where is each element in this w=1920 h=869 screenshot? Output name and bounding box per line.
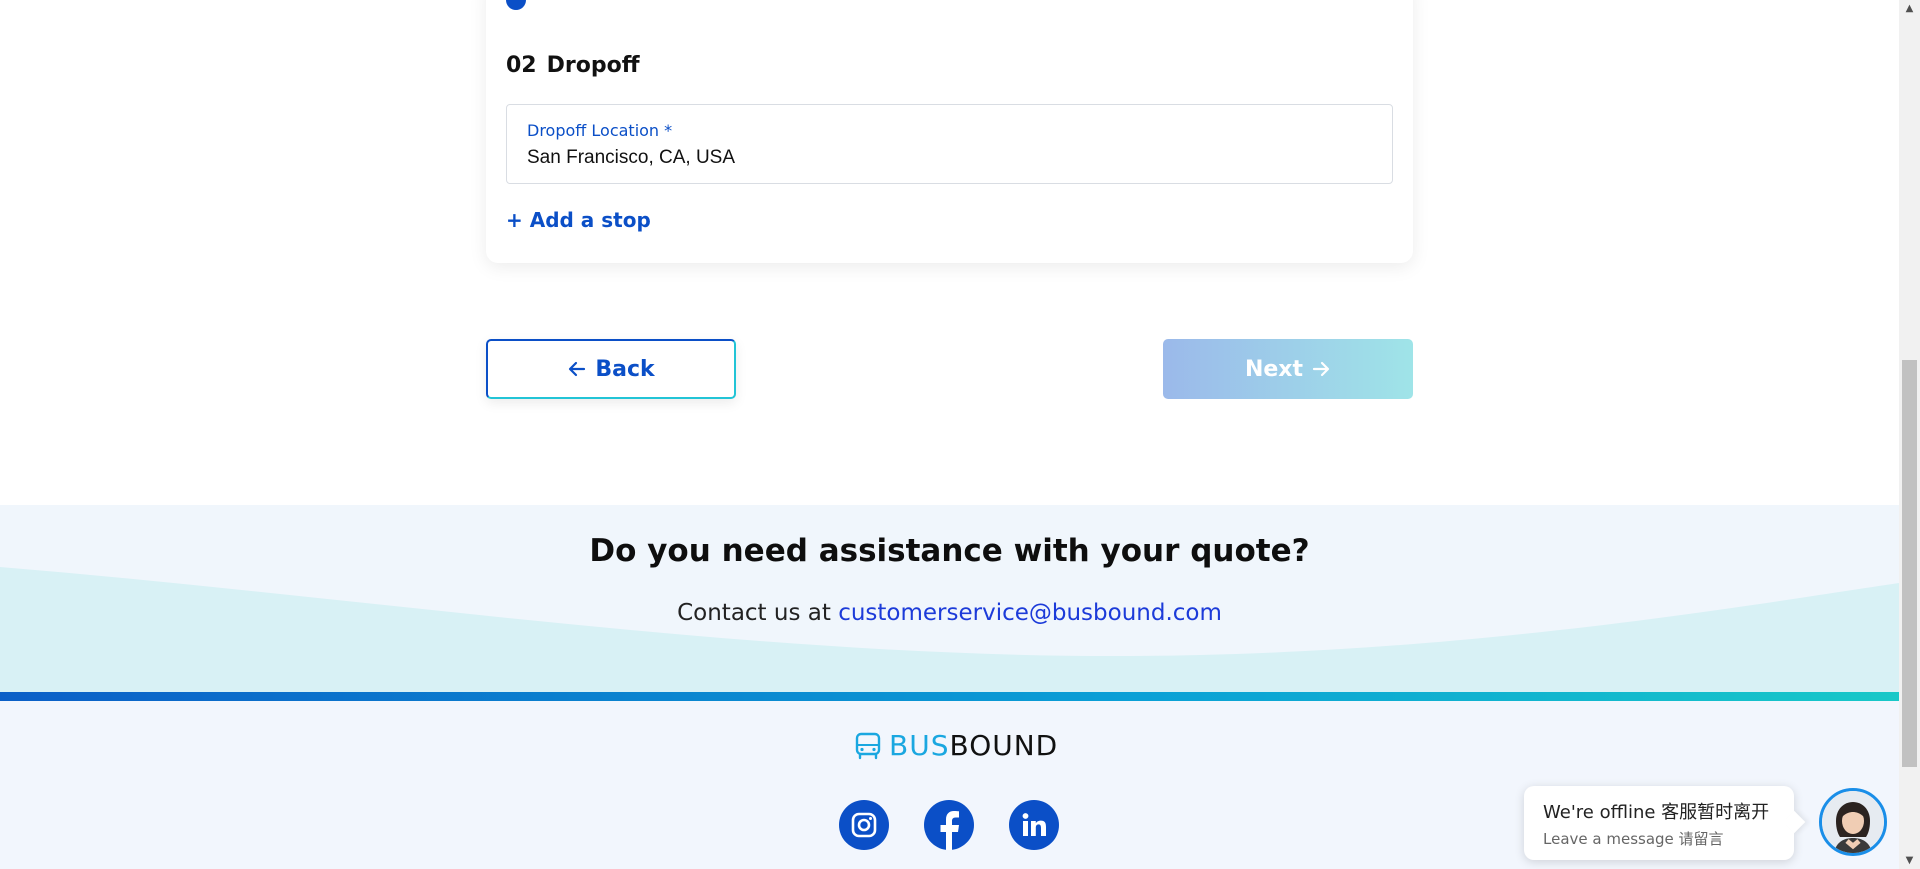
busbound-logo[interactable]: BUSBOUND (855, 729, 1058, 762)
linkedin-link[interactable] (1009, 800, 1059, 850)
arrow-right-icon (1312, 361, 1330, 377)
assistance-heading: Do you need assistance with your quote? (589, 533, 1310, 569)
dropoff-location-label: Dropoff Location * (527, 121, 673, 140)
logo-text: BUSBOUND (889, 729, 1058, 762)
dropoff-card: 02 Dropoff Dropoff Location * San Franci… (486, 0, 1413, 263)
next-label: Next (1244, 356, 1304, 382)
chat-bubble[interactable]: We're offline 客服暂时离开 Leave a message 请留言 (1524, 786, 1794, 860)
facebook-link[interactable] (924, 800, 974, 850)
timeline-dot (506, 0, 526, 10)
logo-text-bound: BOUND (949, 729, 1059, 762)
facebook-icon (940, 811, 959, 850)
assistance-section: Do you need assistance with your quote? … (0, 505, 1899, 700)
vertical-scrollbar[interactable]: ▲ ▼ (1899, 0, 1920, 869)
dropoff-location-input[interactable]: San Francisco, CA, USA (527, 147, 735, 169)
agent-avatar-icon (1822, 791, 1884, 853)
section-heading: Dropoff (546, 53, 640, 78)
contact-email-link[interactable]: customerservice@busbound.com (838, 600, 1222, 626)
back-label: Back (595, 356, 655, 382)
chat-leave-message: Leave a message 请留言 (1543, 830, 1724, 848)
instagram-link[interactable] (839, 800, 889, 850)
step-number: 02 (506, 53, 537, 78)
linkedin-icon (1022, 813, 1046, 836)
scroll-up-icon[interactable]: ▲ (1899, 0, 1920, 17)
bus-icon (855, 732, 881, 759)
chat-agent-avatar[interactable] (1819, 788, 1887, 856)
add-stop-link[interactable]: + Add a stop (506, 208, 651, 232)
scroll-down-icon[interactable]: ▼ (1899, 852, 1920, 869)
page: 02 Dropoff Dropoff Location * San Franci… (0, 0, 1899, 869)
arrow-left-icon (569, 361, 586, 377)
instagram-icon (851, 812, 877, 838)
contact-prefix: Contact us at (677, 600, 831, 626)
social-links (839, 800, 1059, 850)
dropoff-location-field[interactable]: Dropoff Location * San Francisco, CA, US… (506, 104, 1393, 184)
chat-status: We're offline 客服暂时离开 (1543, 802, 1770, 823)
logo-text-bus: BUS (889, 729, 950, 762)
gradient-divider (0, 692, 1899, 701)
back-button[interactable]: Back (486, 339, 736, 399)
section-title: 02 Dropoff (506, 53, 640, 78)
next-button[interactable]: Next (1163, 339, 1413, 399)
assistance-contact: Contact us at customerservice@busbound.c… (0, 600, 1899, 626)
scroll-thumb[interactable] (1902, 360, 1917, 767)
